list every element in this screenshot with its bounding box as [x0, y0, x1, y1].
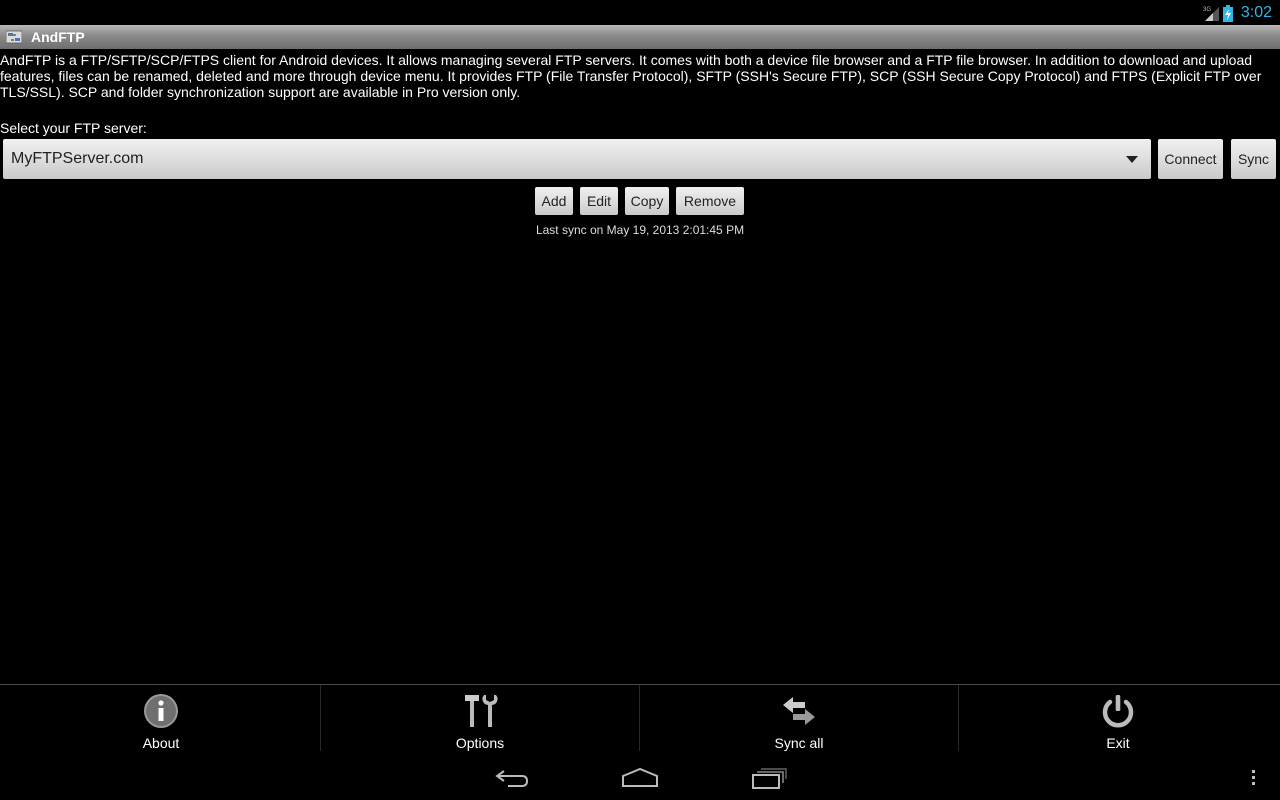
server-select-label: Select your FTP server: — [0, 120, 147, 136]
about-label: About — [142, 735, 180, 751]
recent-apps-icon[interactable] — [751, 767, 787, 789]
app-description: AndFTP is a FTP/SFTP/SCP/FTPS client for… — [0, 52, 1262, 100]
remove-button[interactable]: Remove — [676, 187, 744, 215]
sync-arrows-icon — [783, 697, 815, 725]
power-icon — [1102, 695, 1134, 728]
info-icon — [144, 694, 178, 728]
battery-icon — [1222, 4, 1233, 22]
about-action[interactable]: About — [2, 685, 320, 767]
bottom-action-bar: About Options Sync all Exit — [0, 684, 1280, 767]
andftp-app-icon — [6, 30, 22, 44]
status-icons: 3G 3:02 — [1203, 3, 1272, 23]
options-label: Options — [455, 735, 505, 751]
network-type-label: 3G — [1203, 7, 1211, 13]
sync-button[interactable]: Sync — [1231, 139, 1276, 179]
sync-all-label: Sync all — [774, 735, 824, 751]
navigation-bar — [0, 767, 1280, 800]
title-bar: AndFTP — [0, 25, 1280, 49]
server-dropdown-value: MyFTPServer.com — [11, 150, 144, 167]
status-clock: 3:02 — [1240, 4, 1272, 21]
edit-button[interactable]: Edit — [580, 187, 618, 215]
tools-icon — [465, 695, 498, 727]
back-icon[interactable] — [494, 767, 530, 789]
add-button[interactable]: Add — [535, 187, 573, 215]
signal-icon: 3G — [1203, 7, 1219, 21]
status-bar: 3G 3:02 — [0, 0, 1280, 25]
copy-button[interactable]: Copy — [625, 187, 669, 215]
exit-label: Exit — [1106, 735, 1130, 751]
options-action[interactable]: Options — [321, 685, 639, 767]
connect-button[interactable]: Connect — [1158, 139, 1223, 179]
server-dropdown[interactable]: MyFTPServer.com — [3, 139, 1151, 179]
exit-action[interactable]: Exit — [959, 685, 1277, 767]
dropdown-arrow-icon — [1126, 156, 1138, 163]
home-icon[interactable] — [621, 767, 659, 787]
overflow-menu-icon[interactable] — [1250, 769, 1258, 787]
last-sync-text: Last sync on May 19, 2013 2:01:45 PM — [535, 223, 745, 237]
sync-all-action[interactable]: Sync all — [640, 685, 958, 767]
app-title: AndFTP — [31, 29, 85, 45]
